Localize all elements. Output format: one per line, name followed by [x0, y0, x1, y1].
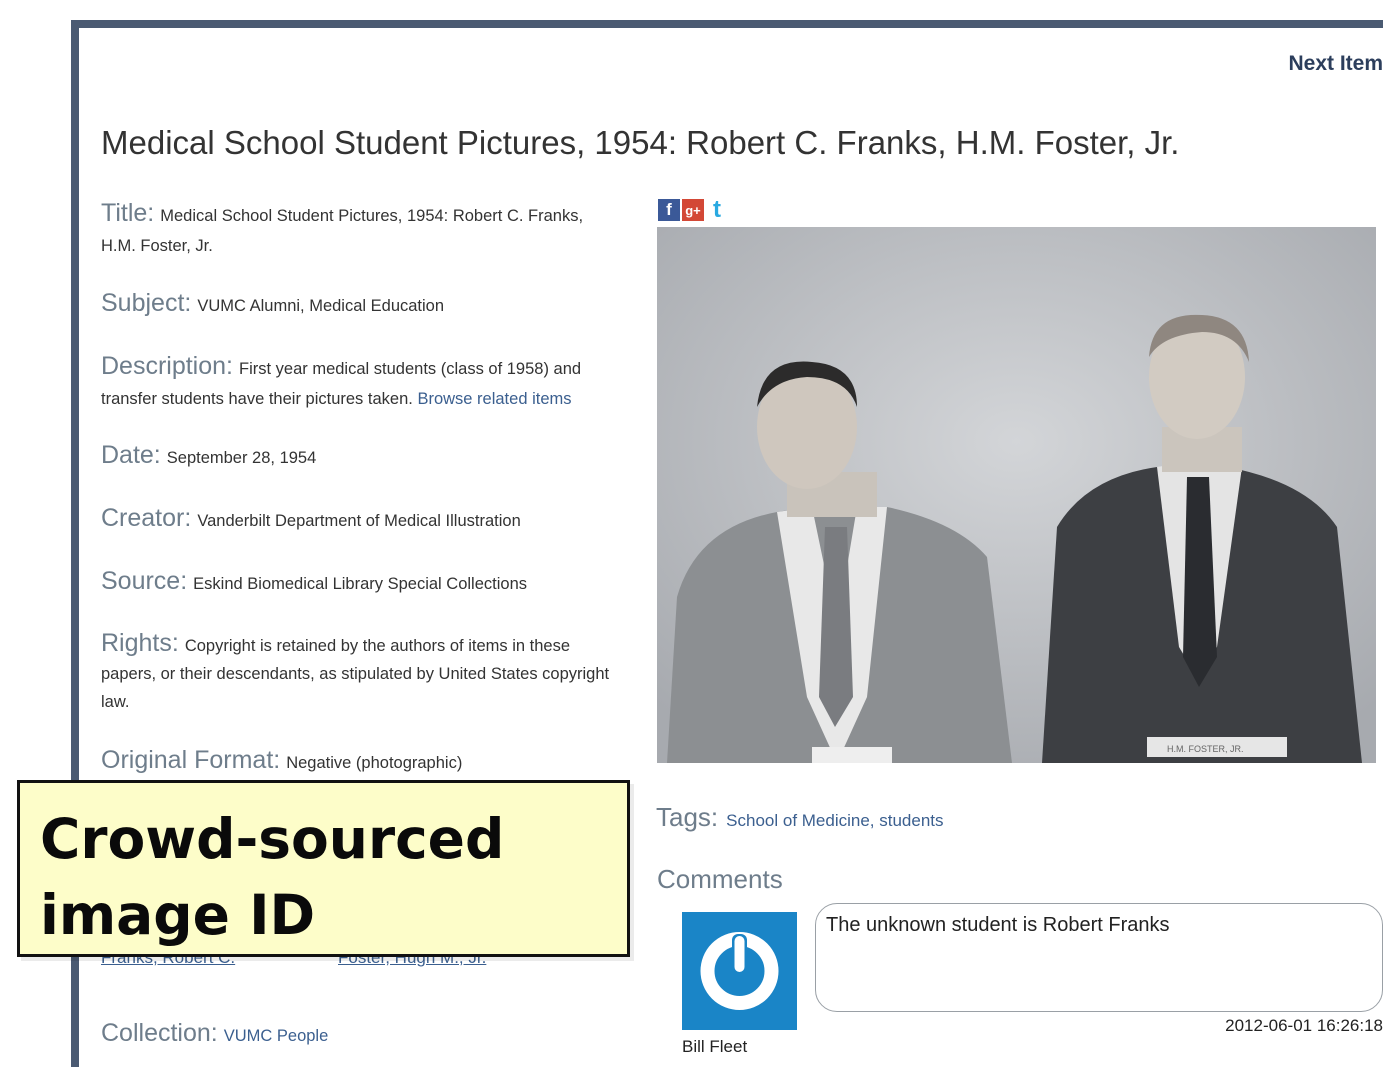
field-creator: Creator: Vanderbilt Department of Medical…: [101, 503, 611, 536]
comments-heading: Comments: [657, 864, 783, 894]
tags-section: Tags: School of Medicine, students: [656, 802, 944, 833]
title-label: Title:: [101, 199, 155, 227]
annotation-callout: Crowd-sourced image ID: [17, 780, 630, 957]
commenter-name: Bill Fleet: [682, 1037, 748, 1056]
tag-separator: ,: [869, 811, 880, 830]
item-photograph[interactable]: H.M. FOSTER, JR.: [657, 227, 1376, 763]
date-label: Date:: [101, 441, 161, 469]
collection-label: Collection:: [101, 1019, 218, 1047]
source-value: Eskind Biomedical Library Special Collec…: [193, 575, 527, 593]
comment-body: The unknown student is Robert Franks: [815, 903, 1383, 1012]
tags-label: Tags:: [656, 802, 719, 832]
comment-timestamp: 2012-06-01 16:26:18: [1225, 1016, 1383, 1035]
subject-value: VUMC Alumni, Medical Education: [197, 297, 445, 315]
title-value: Medical School Student Pictures, 1954: R…: [101, 207, 584, 255]
creator-value: Vanderbilt Department of Medical Illustr…: [197, 512, 521, 530]
facebook-icon[interactable]: f: [658, 199, 680, 221]
callout-text: Crowd-sourced image ID: [40, 807, 505, 947]
description-label: Description:: [101, 352, 233, 380]
source-label: Source:: [101, 567, 188, 595]
subject-label: Subject:: [101, 289, 192, 317]
creator-label: Creator:: [101, 504, 192, 532]
date-value: September 28, 1954: [166, 449, 317, 467]
field-source: Source: Eskind Biomedical Library Special…: [101, 566, 611, 599]
tag-school-of-medicine[interactable]: School of Medicine: [726, 811, 870, 830]
google-plus-icon[interactable]: g+: [682, 199, 704, 221]
commenter-avatar[interactable]: [682, 912, 797, 1030]
twitter-icon[interactable]: t: [706, 196, 728, 223]
rights-label: Rights:: [101, 629, 179, 657]
field-original-format: Original Format: Negative (photographic): [101, 745, 611, 778]
name-placard: H.M. FOSTER, JR.: [1167, 744, 1244, 754]
power-icon: [700, 932, 779, 1010]
original-format-label: Original Format:: [101, 746, 281, 774]
field-rights: Rights: Copyright is retained by the auth…: [101, 629, 611, 716]
tag-students[interactable]: students: [879, 811, 943, 830]
share-buttons: f g+ t: [658, 196, 728, 223]
browse-related-link[interactable]: Browse related items: [417, 390, 571, 408]
field-description: Description: First year medical students …: [101, 351, 611, 414]
field-title: Title: Medical School Student Pictures, 1…: [101, 198, 611, 261]
photo-illustration: H.M. FOSTER, JR.: [657, 227, 1376, 763]
page-title: Medical School Student Pictures, 1954: R…: [101, 124, 1180, 161]
original-format-value: Negative (photographic): [286, 754, 463, 772]
collection-link[interactable]: VUMC People: [224, 1027, 329, 1045]
field-collection: Collection: VUMC People: [101, 1018, 611, 1051]
field-subject: Subject: VUMC Alumni, Medical Education: [101, 288, 611, 321]
field-date: Date: September 28, 1954: [101, 440, 611, 473]
next-item-link[interactable]: Next Item: [1288, 52, 1383, 76]
